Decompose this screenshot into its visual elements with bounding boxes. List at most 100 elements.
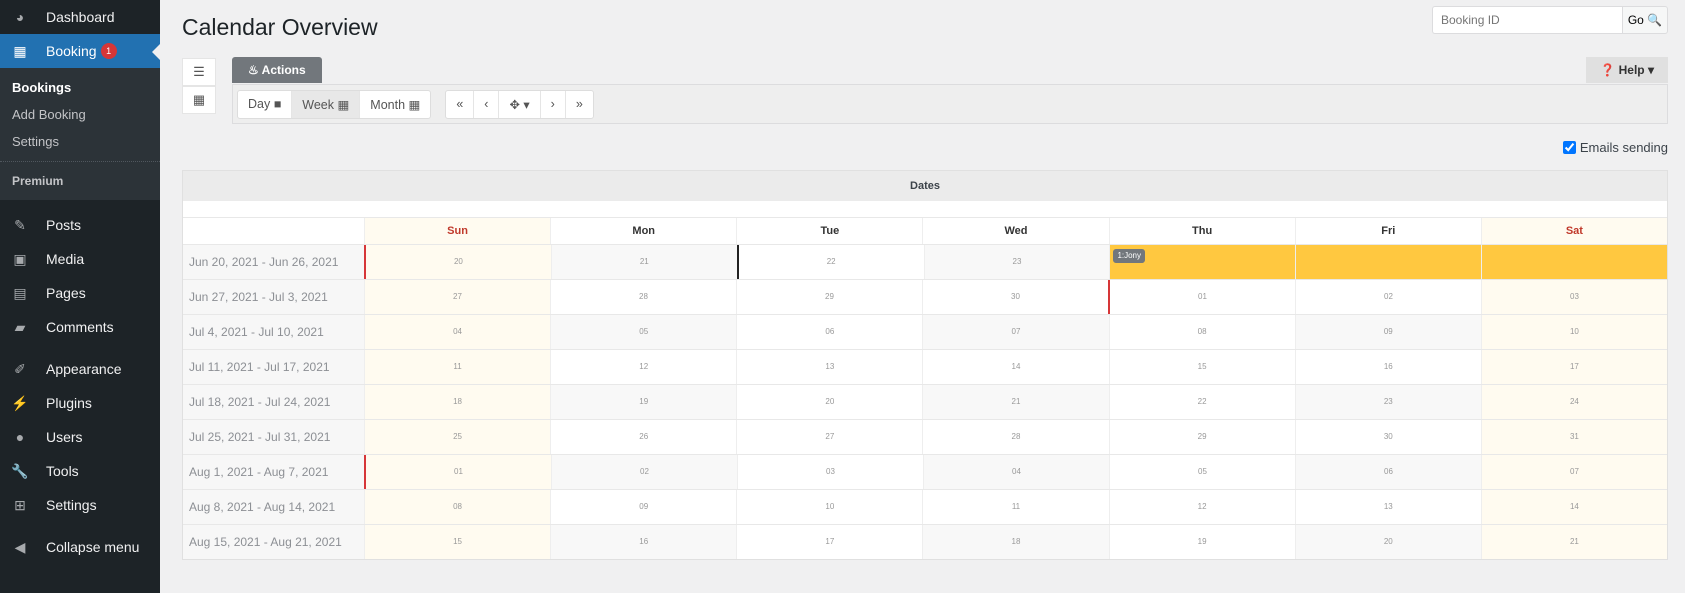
submenu-settings[interactable]: Settings [0, 128, 160, 155]
sidebar-item-dashboard[interactable]: ◕ Dashboard [0, 0, 160, 34]
day-cell[interactable]: 01 [364, 455, 551, 489]
day-cell[interactable]: 17 [1480, 350, 1667, 384]
day-cell[interactable]: 26 [550, 420, 736, 454]
day-cell[interactable]: 21 [550, 245, 737, 279]
day-cell[interactable]: 29 [736, 280, 922, 314]
day-cell[interactable]: 13 [1294, 490, 1481, 524]
day-cell[interactable]: 12 [1108, 490, 1295, 524]
day-cell[interactable]: 19 [1108, 525, 1295, 559]
day-cell[interactable]: 14 [922, 350, 1108, 384]
view-month-button[interactable]: Month ▦ [360, 91, 430, 118]
day-cell[interactable]: 27 [364, 280, 550, 314]
submenu-add-booking[interactable]: Add Booking [0, 101, 160, 128]
day-cell[interactable]: 04 [923, 455, 1109, 489]
sidebar-item-posts[interactable]: ✎ Posts [0, 208, 160, 242]
day-cell[interactable]: 06 [736, 315, 922, 349]
today-button[interactable]: ✥ ▾ [499, 90, 541, 118]
help-button[interactable]: ❓ Help ▾ [1586, 57, 1668, 83]
day-cell[interactable]: 29 [1108, 420, 1295, 454]
day-cell[interactable]: 11 [922, 490, 1108, 524]
table-row: Jul 11, 2021 - Jul 17, 2021 11 12 13 14 15 16 1… [183, 349, 1667, 384]
emails-sending-toggle[interactable]: Emails sending [1562, 140, 1668, 155]
day-cell[interactable]: 02 [1295, 280, 1481, 314]
day-cell[interactable]: 13 [736, 350, 922, 384]
day-cell[interactable]: 15 [1108, 350, 1295, 384]
day-cell[interactable]: 16 [1294, 350, 1481, 384]
go-button[interactable]: Go 🔍 [1622, 6, 1668, 34]
day-cell[interactable]: 30 [1294, 420, 1481, 454]
day-cell[interactable]: 08 [364, 490, 551, 524]
day-cell[interactable]: 22 [1108, 385, 1295, 419]
booking-pill[interactable]: 1:Jony [1113, 249, 1146, 263]
day-cell[interactable]: 09 [1294, 315, 1481, 349]
first-page-button[interactable]: « [446, 90, 475, 118]
day-cell[interactable]: 01 [1108, 280, 1295, 314]
sidebar-item-appearance[interactable]: ✐ Appearance [0, 352, 160, 386]
day-cell[interactable]: 12 [550, 350, 736, 384]
day-cell[interactable]: 19 [550, 385, 737, 419]
prev-button[interactable]: ‹ [474, 90, 500, 118]
day-cell[interactable]: 20 [736, 385, 922, 419]
day-cell[interactable]: 10 [736, 490, 922, 524]
sidebar-item-tools[interactable]: 🔧 Tools [0, 454, 160, 488]
calendar-view-icon[interactable]: ▦ [182, 86, 216, 114]
day-cell[interactable]: 21 [1480, 525, 1667, 559]
emails-sending-checkbox[interactable] [1562, 141, 1576, 154]
day-cell[interactable]: 15 [364, 525, 551, 559]
day-cell[interactable]: 17 [736, 525, 922, 559]
booking-id-input[interactable] [1432, 6, 1622, 34]
day-cell[interactable]: 24 [1480, 385, 1667, 419]
day-cell[interactable]: 30 [922, 280, 1108, 314]
day-cell[interactable]: 07 [1481, 455, 1667, 489]
day-cell[interactable] [1295, 245, 1482, 279]
day-cell[interactable]: 07 [922, 315, 1109, 349]
day-cell[interactable]: 03 [737, 455, 923, 489]
day-cell[interactable]: 27 [736, 420, 922, 454]
day-cell[interactable]: 20 [1294, 525, 1481, 559]
day-cell[interactable]: 08 [1108, 315, 1295, 349]
sidebar-item-pages[interactable]: ▤ Pages [0, 276, 160, 310]
day-cell[interactable]: 04 [364, 315, 551, 349]
notification-badge: 1 [100, 43, 117, 59]
submenu-premium[interactable]: Premium [0, 161, 160, 194]
day-cell[interactable] [1481, 245, 1668, 279]
view-week-button[interactable]: Week ▦ [292, 90, 361, 118]
day-cell[interactable]: 09 [550, 490, 736, 524]
day-cell[interactable]: 06 [1295, 455, 1481, 489]
view-day-button[interactable]: Day ■ [238, 90, 293, 118]
last-page-button[interactable]: » [566, 91, 593, 118]
tab-actions[interactable]: ♨ Actions [232, 57, 322, 83]
day-cell[interactable]: 11 [364, 350, 551, 384]
sidebar-item-comments[interactable]: ▰ Comments [0, 310, 160, 344]
sidebar-item-dashboard-label: Dashboard [46, 9, 115, 25]
sidebar-item-media[interactable]: ▣ Media [0, 242, 160, 276]
day-cell[interactable]: 21 [922, 385, 1109, 419]
booking-submenu: Bookings Add Booking Settings Premium [0, 68, 160, 200]
list-view-icon[interactable]: ☰ [182, 58, 216, 86]
sidebar-item-booking[interactable]: ▦ Booking 1 [0, 34, 160, 68]
day-cell[interactable]: 02 [551, 455, 737, 489]
day-cell[interactable]: 22 [736, 245, 924, 279]
day-cell[interactable]: 05 [550, 315, 737, 349]
sidebar-item-settings[interactable]: ⊞ Settings [0, 488, 160, 522]
day-cell[interactable]: 23 [923, 245, 1110, 279]
day-cell[interactable]: 14 [1480, 490, 1667, 524]
day-cell[interactable]: 31 [1480, 420, 1667, 454]
day-cell[interactable]: 1:Jony [1109, 245, 1296, 279]
day-cell[interactable]: 20 [364, 245, 551, 279]
day-cell[interactable]: 16 [550, 525, 737, 559]
day-cell[interactable]: 10 [1480, 315, 1667, 349]
day-cell[interactable]: 05 [1109, 455, 1295, 489]
day-cell[interactable]: 03 [1481, 280, 1667, 314]
next-button[interactable]: › [541, 90, 566, 118]
submenu-bookings[interactable]: Bookings [0, 74, 160, 101]
day-cell[interactable]: 28 [922, 420, 1108, 454]
sidebar-item-plugins[interactable]: ⚡ Plugins [0, 386, 160, 420]
day-cell[interactable]: 18 [922, 525, 1109, 559]
day-cell[interactable]: 23 [1294, 385, 1481, 419]
sidebar-item-users[interactable]: ● Users [0, 420, 160, 454]
sidebar-item-collapse-menu[interactable]: ◀ Collapse menu [0, 530, 160, 564]
day-cell[interactable]: 18 [364, 385, 551, 419]
day-cell[interactable]: 28 [550, 280, 736, 314]
day-cell[interactable]: 25 [364, 420, 551, 454]
